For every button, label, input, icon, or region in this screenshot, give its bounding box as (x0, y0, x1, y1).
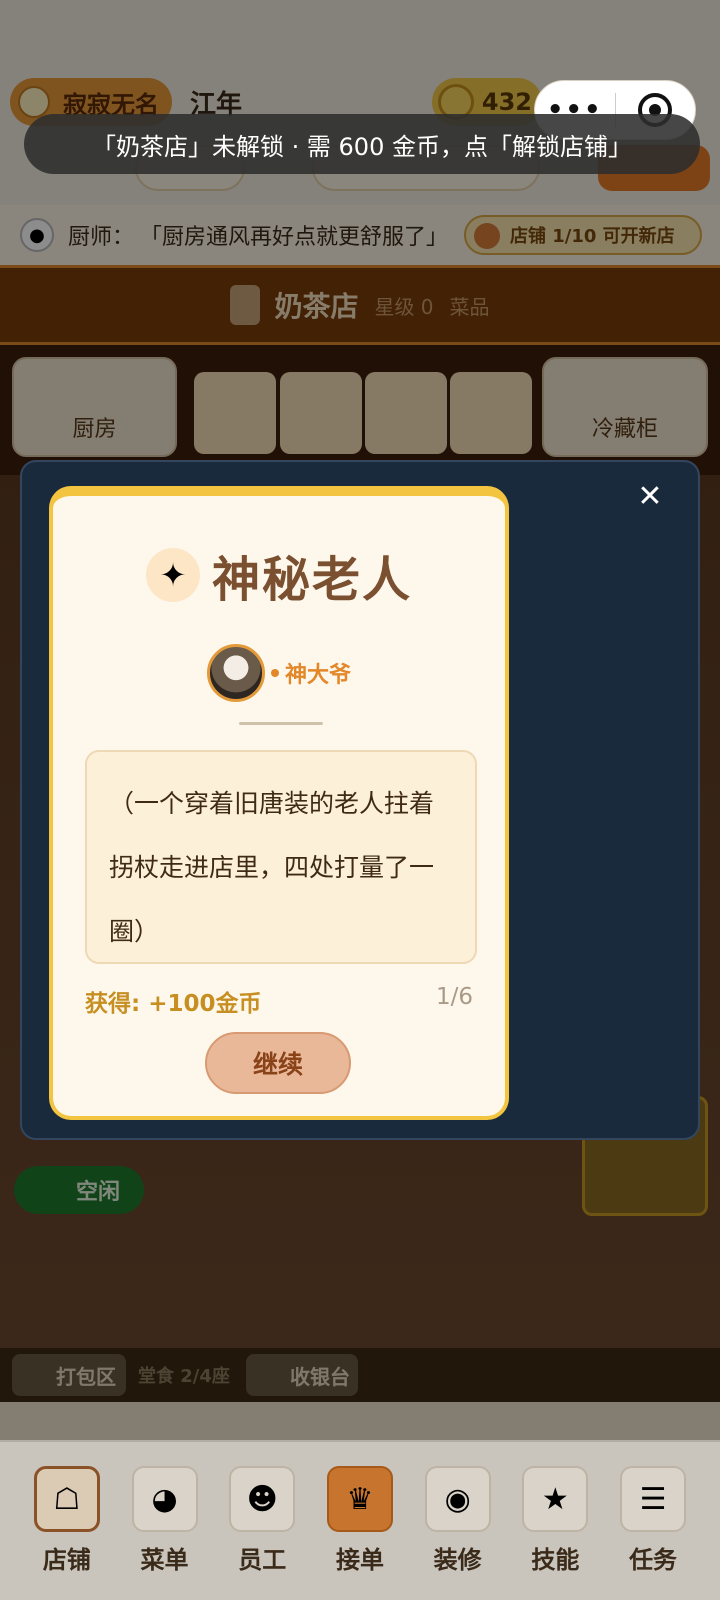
dialog-card: ✦ 神秘老人 神大爷 （一个穿着旧唐装的老人拄着拐杖走进店里，四处打量了一圈） … (49, 486, 509, 1120)
close-icon[interactable]: ✕ (630, 476, 670, 516)
menu-icon: ◕ (131, 1466, 198, 1532)
shop-icon: ☖ (33, 1466, 100, 1532)
order-icon: ♛ (326, 1466, 393, 1532)
speaker-avatar (206, 644, 265, 702)
reward-text: 获得: +100金币 (85, 991, 262, 1017)
dialog-text: （一个穿着旧唐装的老人拄着拐杖走进店里，四处打量了一圈） (85, 750, 477, 964)
decor-icon: ◉ (424, 1466, 491, 1532)
nav-item-orders[interactable]: ♛ 接单 (320, 1466, 400, 1600)
speaker-name: 神大爷 (284, 663, 351, 688)
nav-item-shop[interactable]: ☖ 店铺 (27, 1466, 107, 1600)
card-title-row: ✦ 神秘老人 (53, 540, 505, 610)
page-indicator: 1/6 (435, 984, 473, 1010)
speaker-dot (270, 669, 279, 677)
continue-button[interactable]: 继续 (205, 1032, 351, 1094)
event-modal: ✕ ✦ 神秘老人 神大爷 （一个穿着旧唐装的老人拄着拐杖走进店里，四处打量了一圈… (20, 460, 700, 1140)
wizard-icon: ✦ (145, 548, 200, 602)
staff-icon: ☻ (229, 1466, 296, 1532)
nav-item-decor[interactable]: ◉ 装修 (418, 1466, 498, 1600)
divider (239, 722, 323, 725)
skill-icon: ★ (522, 1466, 589, 1532)
nav-item-staff[interactable]: ☻ 员工 (222, 1466, 302, 1600)
task-icon: ☰ (620, 1466, 687, 1532)
speaker-row: 神大爷 (53, 644, 505, 702)
bottom-nav: ☖ 店铺 ◕ 菜单 ☻ 员工 ♛ 接单 ◉ 装修 ★ 技能 ☰ 任务 (0, 1440, 720, 1600)
unlock-toast: 「奶茶店」未解锁 · 需 600 金币，点「解锁店铺」 (24, 114, 700, 174)
nav-item-menu[interactable]: ◕ 菜单 (125, 1466, 205, 1600)
event-title: 神秘老人 (211, 552, 412, 608)
nav-item-tasks[interactable]: ☰ 任务 (613, 1466, 693, 1600)
nav-item-skills[interactable]: ★ 技能 (515, 1466, 595, 1600)
